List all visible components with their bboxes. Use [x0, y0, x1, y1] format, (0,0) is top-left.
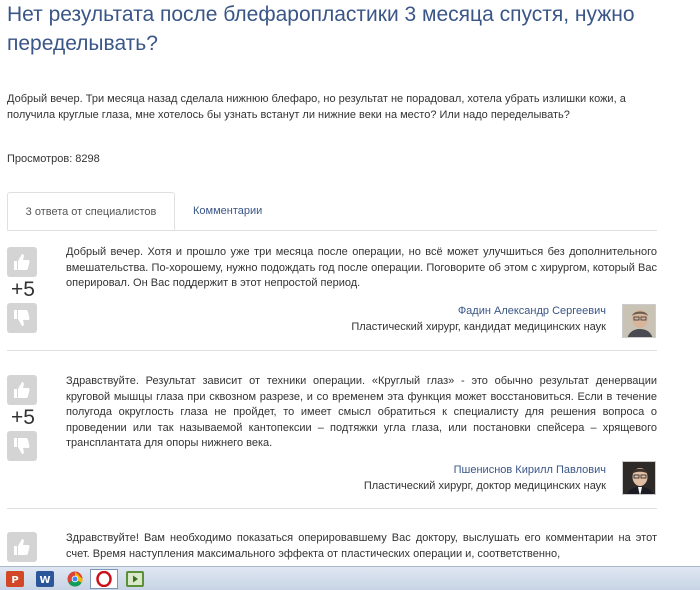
divider [7, 508, 657, 509]
vote-up-button[interactable] [7, 532, 37, 562]
word-icon: W [36, 571, 54, 587]
answer-text: Здравствуйте. Результат зависит от техни… [66, 375, 657, 449]
powerpoint-icon: P [6, 571, 24, 587]
answer-text: Добрый вечер. Хотя и прошло уже три меся… [66, 246, 657, 289]
vote-up-button[interactable] [7, 247, 37, 277]
avatar[interactable] [622, 461, 656, 495]
tabs-bar: 3 ответа от специалистов Комментарии [7, 192, 657, 231]
taskbar-app-chrome[interactable] [62, 569, 88, 589]
taskbar: P W [0, 566, 700, 590]
thumbs-up-icon [14, 539, 30, 555]
author-name-link[interactable]: Пшениснов Кирилл Павлович [364, 462, 606, 478]
author-role: Пластический хирург, кандидат медицински… [351, 321, 606, 333]
opera-icon [96, 571, 112, 587]
thumbs-down-icon [14, 438, 30, 454]
vote-score: +5 [11, 406, 35, 429]
answer-author: Пшениснов Кирилл Павлович Пластический х… [364, 462, 606, 494]
thumbs-up-icon [14, 382, 30, 398]
svg-text:P: P [11, 575, 18, 586]
avatar[interactable] [622, 304, 656, 338]
views-count: Просмотров: 8298 [7, 153, 100, 165]
vote-score: +5 [11, 278, 35, 301]
question-text: Добрый вечер. Три месяца назад сделала н… [7, 93, 626, 121]
answer-author: Фадин Александр Сергеевич Пластический х… [351, 303, 606, 335]
tab-specialist-answers[interactable]: 3 ответа от специалистов [7, 192, 175, 230]
taskbar-app-media-player[interactable] [122, 569, 148, 589]
divider [7, 350, 657, 351]
author-name-link[interactable]: Фадин Александр Сергеевич [351, 303, 606, 319]
thumbs-down-icon [14, 310, 30, 326]
vote-up-button[interactable] [7, 375, 37, 405]
vote-down-button[interactable] [7, 303, 37, 333]
svg-text:W: W [39, 575, 50, 586]
answer-text: Здравствуйте! Вам необходимо показаться … [66, 532, 657, 560]
page: Нет результата после блефаропластики 3 м… [0, 0, 700, 590]
taskbar-app-word[interactable]: W [32, 569, 58, 589]
vote-widget: +5 [7, 247, 39, 333]
page-title: Нет результата после блефаропластики 3 м… [7, 3, 635, 55]
chrome-icon [67, 571, 83, 587]
media-player-icon [126, 571, 144, 587]
taskbar-app-powerpoint[interactable]: P [2, 569, 28, 589]
vote-widget [7, 532, 39, 562]
vote-widget: +5 [7, 375, 39, 461]
tab-comments[interactable]: Комментарии [193, 192, 262, 230]
author-role: Пластический хирург, доктор медицинских … [363, 480, 606, 492]
thumbs-up-icon [14, 254, 30, 270]
taskbar-app-opera[interactable] [90, 569, 118, 589]
vote-down-button[interactable] [7, 431, 37, 461]
